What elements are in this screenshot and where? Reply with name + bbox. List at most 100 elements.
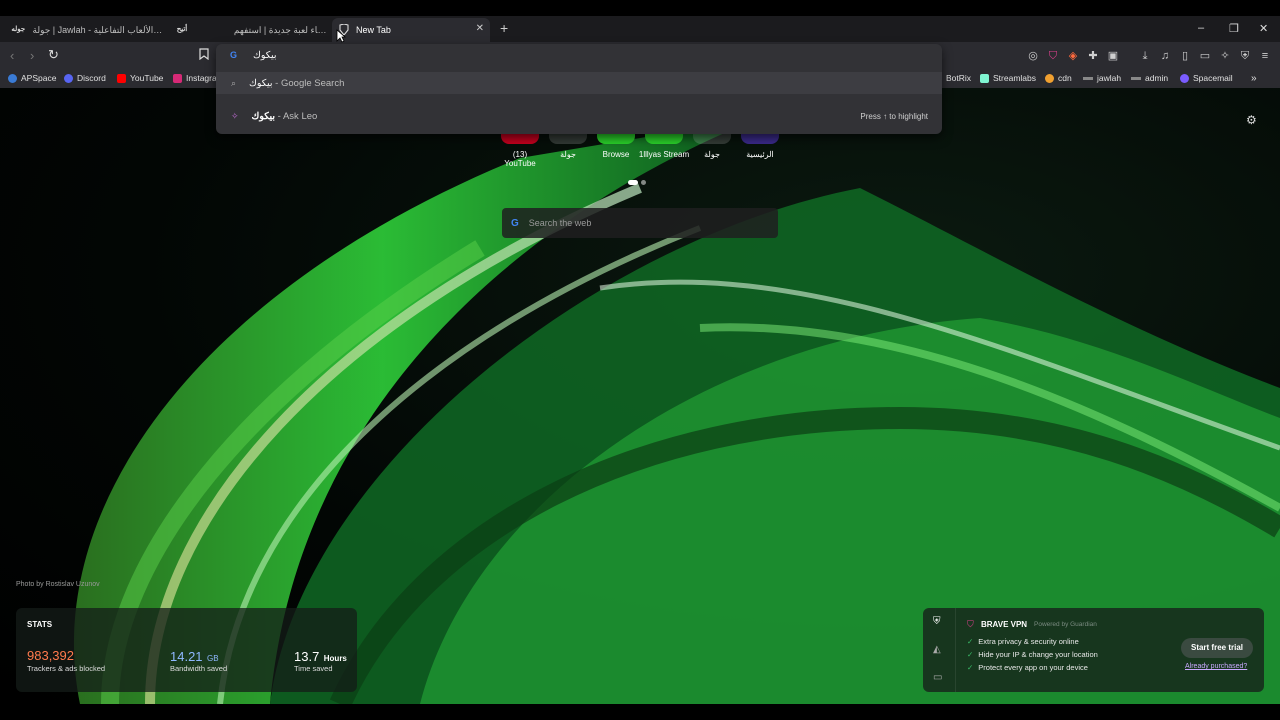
web-search-box[interactable]: G Search the web (502, 208, 778, 238)
already-purchased-link[interactable]: Already purchased? (1185, 663, 1247, 670)
address-input[interactable]: بيكوك (253, 50, 277, 61)
suggestion-source: - Ask Leo (275, 110, 318, 122)
bookmark-admin[interactable]: admin (1131, 73, 1168, 83)
top-site-label: Browse (602, 150, 630, 159)
forward-icon[interactable]: › (30, 48, 34, 63)
address-bar[interactable]: G بيكوك (216, 44, 942, 68)
start-trial-button[interactable]: Start free trial (1181, 638, 1253, 658)
photo-credit: Photo by Rostislav Uzunov (16, 581, 100, 588)
top-site-browse[interactable]: Browse (595, 130, 637, 159)
admin-icon (1131, 76, 1141, 80)
minimize-button[interactable]: – (1198, 22, 1204, 34)
bookmark-label: BotRix (946, 73, 972, 83)
widget-switcher: ⛨ ◭ ▭ (923, 608, 956, 692)
tab-new-tab[interactable]: New Tab ✕ (332, 18, 490, 42)
screen-bottom-bar (0, 704, 1280, 720)
bookmark-youtube[interactable]: YouTube (117, 73, 163, 83)
bandwidth-value: 14.21 (170, 649, 203, 664)
suggestion-term: بيكوك (251, 110, 276, 122)
jawlah-icon (1083, 76, 1093, 80)
menu-icon[interactable]: ≡ (1258, 49, 1272, 63)
vpn-tab-icon[interactable]: ⛨ (933, 616, 941, 627)
reader-icon[interactable]: ◎ (1026, 49, 1040, 63)
time-unit: Hours (323, 654, 347, 663)
tab-jawlah[interactable]: جوله جولة | Jawlah - منصة الألعاب التفاع… (4, 18, 164, 42)
bookmark-label: Spacemail (1193, 73, 1233, 83)
top-site-stream[interactable]: 1lllyas Stream (637, 130, 691, 159)
reload-icon[interactable]: ↻ (48, 47, 59, 63)
bookmark-label: Discord (77, 73, 106, 83)
back-icon[interactable]: ‹ (10, 48, 14, 63)
sidebar-icon[interactable]: ▯ (1178, 49, 1192, 63)
customize-gear-icon[interactable]: ⚙ (1246, 113, 1257, 127)
cdn-icon (1045, 73, 1054, 83)
top-site-jawlah[interactable]: جولة (547, 130, 589, 159)
brave-shields-icon[interactable]: ⛉ (1046, 49, 1060, 63)
top-site-label: 1lllyas Stream (638, 150, 690, 159)
bookmark-apspace[interactable]: APSpace (8, 73, 56, 83)
bookmark-botrix[interactable]: BotRix (946, 73, 971, 83)
bookmark-icon[interactable] (199, 48, 209, 63)
bookmark-streamlabs[interactable]: Streamlabs (980, 73, 1036, 83)
bandwidth-unit: GB (207, 654, 219, 663)
suggestion-leo[interactable]: ✧ بيكوك - Ask Leo Press ↑ to highlight (216, 105, 942, 127)
suggestion-term: بيكوك (249, 77, 273, 89)
bookmark-label: jawlah (1097, 73, 1122, 83)
bookmark-label: Instagra (186, 73, 217, 83)
discord-icon (64, 73, 73, 83)
apspace-icon (8, 73, 17, 83)
screen-top-bar (0, 0, 1280, 16)
leo-ai-icon[interactable]: ✧ (1218, 49, 1232, 63)
screenshot-icon[interactable]: ▣ (1106, 49, 1120, 63)
music-icon[interactable]: ♫ (1158, 49, 1172, 63)
download-icon[interactable]: ⤓ (1138, 49, 1152, 63)
suggestion-source: - Google Search (272, 77, 345, 89)
jawlah-favicon: جوله (11, 26, 26, 33)
bookmark-label: APSpace (21, 73, 57, 83)
vpn-feature-text: Extra privacy & security online (978, 637, 1079, 646)
leo-icon: ✧ (231, 110, 239, 121)
bookmark-label: YouTube (130, 73, 164, 83)
talk-tab-icon[interactable]: ◭ (933, 644, 941, 655)
google-icon: G (230, 50, 238, 60)
youtube-icon (117, 73, 126, 83)
trackers-value: 983,392 (27, 648, 74, 663)
pager-dot-active[interactable] (628, 180, 638, 185)
top-site-label: الرئيسية (746, 150, 774, 159)
search-input[interactable]: Search the web (529, 218, 592, 228)
vpn-shield-icon[interactable]: ⛨ (1238, 49, 1252, 63)
wallet-icon[interactable]: ▭ (1198, 49, 1212, 63)
bookmark-instagram[interactable]: Instagra (173, 73, 217, 83)
streamlabs-icon (980, 73, 989, 83)
top-sites-pager[interactable] (628, 180, 648, 185)
omnibox-dropdown: G بيكوك ⌕ بيكوك - Google Search ✧ بيكوك … (216, 44, 942, 134)
extensions-icon[interactable]: ✚ (1086, 49, 1100, 63)
check-icon: ✓ (967, 650, 974, 659)
bookmark-jawlah[interactable]: jawlah (1083, 73, 1121, 83)
top-site-label: (13) YouTube (504, 150, 536, 168)
top-site-youtube[interactable]: (13) YouTube (499, 130, 541, 168)
vpn-feature-text: Protect every app on your device (978, 663, 1088, 672)
bookmark-label: Streamlabs (993, 73, 1036, 83)
close-window-button[interactable]: ✕ (1259, 22, 1268, 35)
more-bookmarks-icon[interactable]: » (1251, 73, 1257, 84)
bookmark-spacemail[interactable]: Spacemail (1180, 73, 1233, 83)
stats-heading: STATS (27, 620, 53, 629)
trackers-label: Trackers & ads blocked (27, 664, 106, 673)
bookmark-discord[interactable]: Discord (64, 73, 106, 83)
brave-rewards-icon[interactable]: ◈ (1066, 49, 1080, 63)
tab-create-game[interactable]: أتيح إنشاء لعبة جديدة | استفهم (168, 18, 330, 42)
bookmark-cdn[interactable]: cdn (1045, 73, 1072, 83)
mouse-cursor-icon (336, 29, 346, 43)
bandwidth-label: Bandwidth saved (170, 664, 228, 673)
new-tab-button[interactable]: + (500, 21, 508, 35)
pager-dot[interactable] (641, 180, 646, 185)
suggestion-google[interactable]: ⌕ بيكوك - Google Search (216, 72, 942, 94)
maximize-button[interactable]: ❐ (1229, 22, 1239, 35)
close-tab-icon[interactable]: ✕ (476, 23, 484, 34)
top-site-jawlah-2[interactable]: جولة (691, 130, 733, 159)
cards-tab-icon[interactable]: ▭ (933, 672, 942, 683)
spacemail-icon (1180, 73, 1189, 83)
top-site-home[interactable]: الرئيسية (739, 130, 781, 159)
vpn-feature-text: Hide your IP & change your location (978, 650, 1098, 659)
